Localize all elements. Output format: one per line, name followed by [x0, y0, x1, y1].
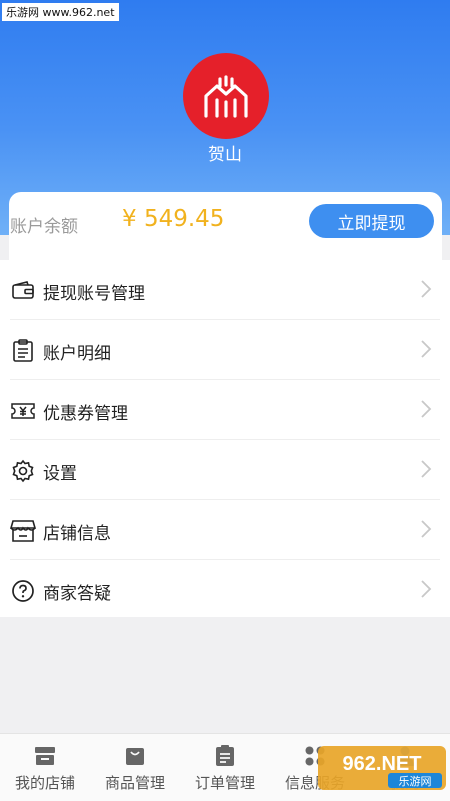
menu-item-withdraw-accounts[interactable]: 提现账号管理	[0, 260, 450, 320]
store-icon	[35, 747, 55, 765]
tab-label: 商品管理	[104, 774, 165, 792]
help-icon	[10, 578, 36, 604]
tab-label: 订单管理	[194, 774, 255, 792]
tab-label: 我的店铺	[14, 774, 75, 792]
chevron-right-icon	[421, 280, 432, 298]
menu-item-merchant-faq[interactable]: 商家答疑	[0, 560, 450, 620]
chevron-right-icon	[421, 580, 432, 598]
list-icon	[10, 338, 36, 364]
coupon-icon	[10, 398, 36, 424]
tab-my-store[interactable]: 我的店铺	[0, 734, 90, 801]
withdraw-button[interactable]: 立即提现	[309, 204, 434, 238]
clipboard-icon	[216, 745, 234, 766]
menu-item-store-info[interactable]: 店铺信息	[0, 500, 450, 560]
menu-item-settings[interactable]: 设置	[0, 440, 450, 500]
wallet-icon	[10, 278, 36, 304]
menu-item-label: 商家答疑	[43, 584, 111, 604]
chevron-right-icon	[421, 460, 432, 478]
menu-list: 提现账号管理 账户明细 优惠券管理 设置 店铺信息 商家答疑	[0, 260, 450, 617]
watermark-logo: 962.NET 乐游网	[318, 744, 446, 792]
menu-item-account-details[interactable]: 账户明细	[0, 320, 450, 380]
balance-amount: ¥ 549.45	[122, 206, 225, 232]
menu-item-label: 账户明细	[43, 344, 111, 364]
tab-product-management[interactable]: 商品管理	[90, 734, 180, 801]
store-icon	[10, 518, 36, 544]
tab-order-management[interactable]: 订单管理	[180, 734, 270, 801]
watermark-top-left: 乐游网 www.962.net	[2, 3, 119, 21]
menu-item-label: 优惠券管理	[43, 404, 128, 424]
menu-item-label: 店铺信息	[43, 524, 111, 544]
watermark-brand-big: 962.NET	[343, 753, 422, 775]
shop-logo-icon	[204, 75, 248, 118]
menu-item-coupon-management[interactable]: 优惠券管理	[0, 380, 450, 440]
chevron-right-icon	[421, 520, 432, 538]
menu-item-label: 设置	[43, 464, 77, 484]
watermark-brand-small: 乐游网	[399, 775, 432, 788]
balance-label: 账户余额	[10, 217, 78, 237]
shop-avatar[interactable]	[183, 53, 269, 139]
chevron-right-icon	[421, 400, 432, 418]
chevron-right-icon	[421, 340, 432, 358]
shop-name: 贺山	[208, 145, 242, 165]
menu-item-label: 提现账号管理	[43, 284, 145, 304]
gear-icon	[10, 458, 36, 484]
bag-icon	[126, 748, 144, 765]
